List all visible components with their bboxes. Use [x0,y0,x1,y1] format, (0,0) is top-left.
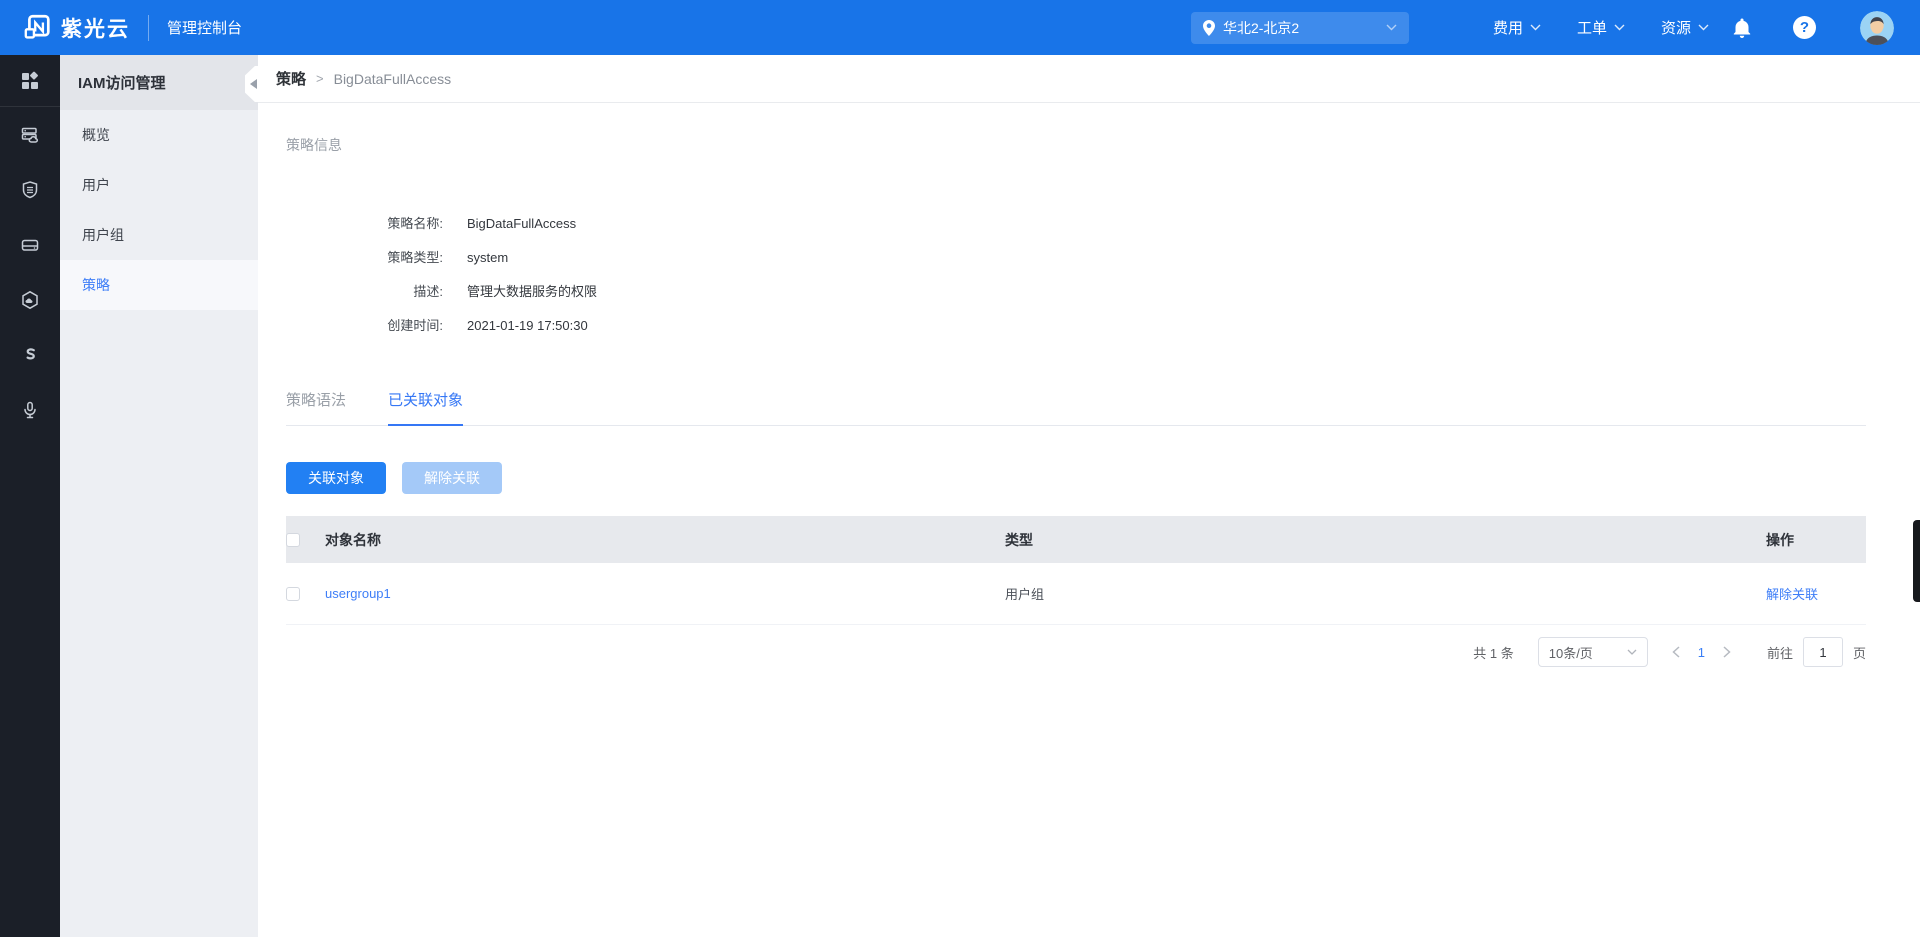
tab-associated-objects[interactable]: 已关联对象 [388,389,463,425]
goto-label: 前往 [1767,643,1793,662]
associate-object-button[interactable]: 关联对象 [286,462,386,494]
policy-type-row: 策略类型: system [286,241,1866,275]
goto-page-input[interactable] [1803,637,1843,667]
policy-name-value: BigDataFullAccess [467,215,576,233]
chevron-down-icon [1627,649,1637,655]
policy-description-label: 描述: [286,283,443,301]
chevron-down-icon [1698,24,1709,31]
sidebar-item-overview[interactable]: 概览 [60,110,258,160]
policy-description-value: 管理大数据服务的权限 [467,283,597,301]
menu-billing-label: 费用 [1493,17,1523,38]
chevron-down-icon [1614,24,1625,31]
breadcrumb: 策略 > BigDataFullAccess [258,55,1920,103]
pagination: 共 1 条 10条/页 1 前往 页 [286,637,1866,667]
service-rail [0,55,60,937]
sidebar-item-usergroups[interactable]: 用户组 [60,210,258,260]
brand-name: 紫光云 [61,13,130,43]
hexagon-cloud-icon [20,290,40,310]
sidebar-title: IAM访问管理 [60,55,258,110]
console-title: 管理控制台 [167,17,242,38]
policy-created-label: 创建时间: [286,317,443,335]
chevron-down-icon [1386,24,1397,31]
menu-resources[interactable]: 资源 [1661,17,1709,38]
policy-name-label: 策略名称: [286,215,443,233]
unis-cloud-logo-icon [24,14,51,41]
table-row: usergroup1 用户组 解除关联 [286,563,1866,625]
location-pin-icon [1203,20,1215,36]
policy-type-label: 策略类型: [286,249,443,267]
menu-workorder-label: 工单 [1577,17,1607,38]
breadcrumb-separator: > [316,71,324,86]
policy-name-row: 策略名称: BigDataFullAccess [286,207,1866,241]
page-size-select[interactable]: 10条/页 [1538,637,1648,667]
policy-created-row: 创建时间: 2021-01-19 17:50:30 [286,309,1866,343]
row-disassociate-link[interactable]: 解除关联 [1766,587,1818,602]
rail-item-network[interactable] [0,272,60,327]
menu-resources-label: 资源 [1661,17,1691,38]
bell-icon [1733,18,1751,38]
chevron-down-icon [1530,24,1541,31]
policy-type-value: system [467,249,508,267]
page-size-value: 10条/页 [1549,643,1593,662]
table-header-row: 对象名称 类型 操作 [286,516,1866,563]
policy-description-row: 描述: 管理大数据服务的权限 [286,275,1866,309]
rail-item-voice[interactable] [0,382,60,437]
policy-info-title: 策略信息 [286,135,1866,155]
object-name-link[interactable]: usergroup1 [325,586,391,601]
sidebar-item-users[interactable]: 用户 [60,160,258,210]
sidebar-item-policies[interactable]: 策略 [60,260,258,310]
rail-item-dashboard[interactable] [0,55,60,107]
page-number-1[interactable]: 1 [1698,645,1705,660]
server-cloud-icon [20,125,40,145]
breadcrumb-current: BigDataFullAccess [334,71,452,87]
iam-sidebar: IAM访问管理 概览 用户 用户组 策略 [60,55,258,937]
collapse-arrow-icon [250,79,257,89]
top-navbar: 紫光云 管理控制台 华北2-北京2 费用 工单 资源 ? [0,0,1920,55]
region-selector[interactable]: 华北2-北京2 [1191,12,1409,44]
row-checkbox[interactable] [286,587,300,601]
object-type-cell: 用户组 [1005,584,1766,603]
menu-billing[interactable]: 费用 [1493,17,1541,38]
column-header-operation: 操作 [1766,530,1866,550]
help-button[interactable]: ? [1793,16,1816,39]
total-count-label: 共 1 条 [1473,643,1513,662]
question-mark-icon: ? [1800,19,1809,36]
region-label: 华北2-北京2 [1223,18,1299,38]
detail-tabs: 策略语法 已关联对象 [286,389,1866,426]
microphone-icon [20,400,40,420]
associated-objects-table: 对象名称 类型 操作 usergroup1 用户组 解除关联 [286,516,1866,625]
column-header-type: 类型 [1005,530,1766,550]
rail-item-security[interactable] [0,162,60,217]
notifications-button[interactable] [1733,18,1751,38]
user-avatar[interactable] [1860,11,1894,45]
brand-logo[interactable]: 紫光云 [24,13,130,43]
data-flow-icon [20,345,40,365]
rail-item-server[interactable] [0,107,60,162]
table-actions: 关联对象 解除关联 [286,462,1866,494]
select-all-checkbox[interactable] [286,533,300,547]
page-unit-label: 页 [1853,643,1866,662]
navbar-divider [148,15,149,41]
shield-icon [20,180,40,200]
dashboard-icon [20,71,40,91]
tab-policy-syntax[interactable]: 策略语法 [286,389,346,425]
column-header-object-name: 对象名称 [325,530,1005,550]
next-page-button[interactable] [1723,646,1731,658]
policy-info-fields: 策略名称: BigDataFullAccess 策略类型: system 描述:… [286,207,1866,343]
policy-created-value: 2021-01-19 17:50:30 [467,317,588,335]
rail-item-storage[interactable] [0,217,60,272]
rail-item-dataflow[interactable] [0,327,60,382]
prev-page-button[interactable] [1672,646,1680,658]
main-page: 策略 > BigDataFullAccess 策略信息 策略名称: BigDat… [258,55,1920,937]
breadcrumb-parent-link[interactable]: 策略 [276,68,306,89]
disk-icon [20,235,40,255]
disassociate-button[interactable]: 解除关联 [402,462,502,494]
floating-widget-handle[interactable] [1913,520,1920,602]
menu-workorder[interactable]: 工单 [1577,17,1625,38]
